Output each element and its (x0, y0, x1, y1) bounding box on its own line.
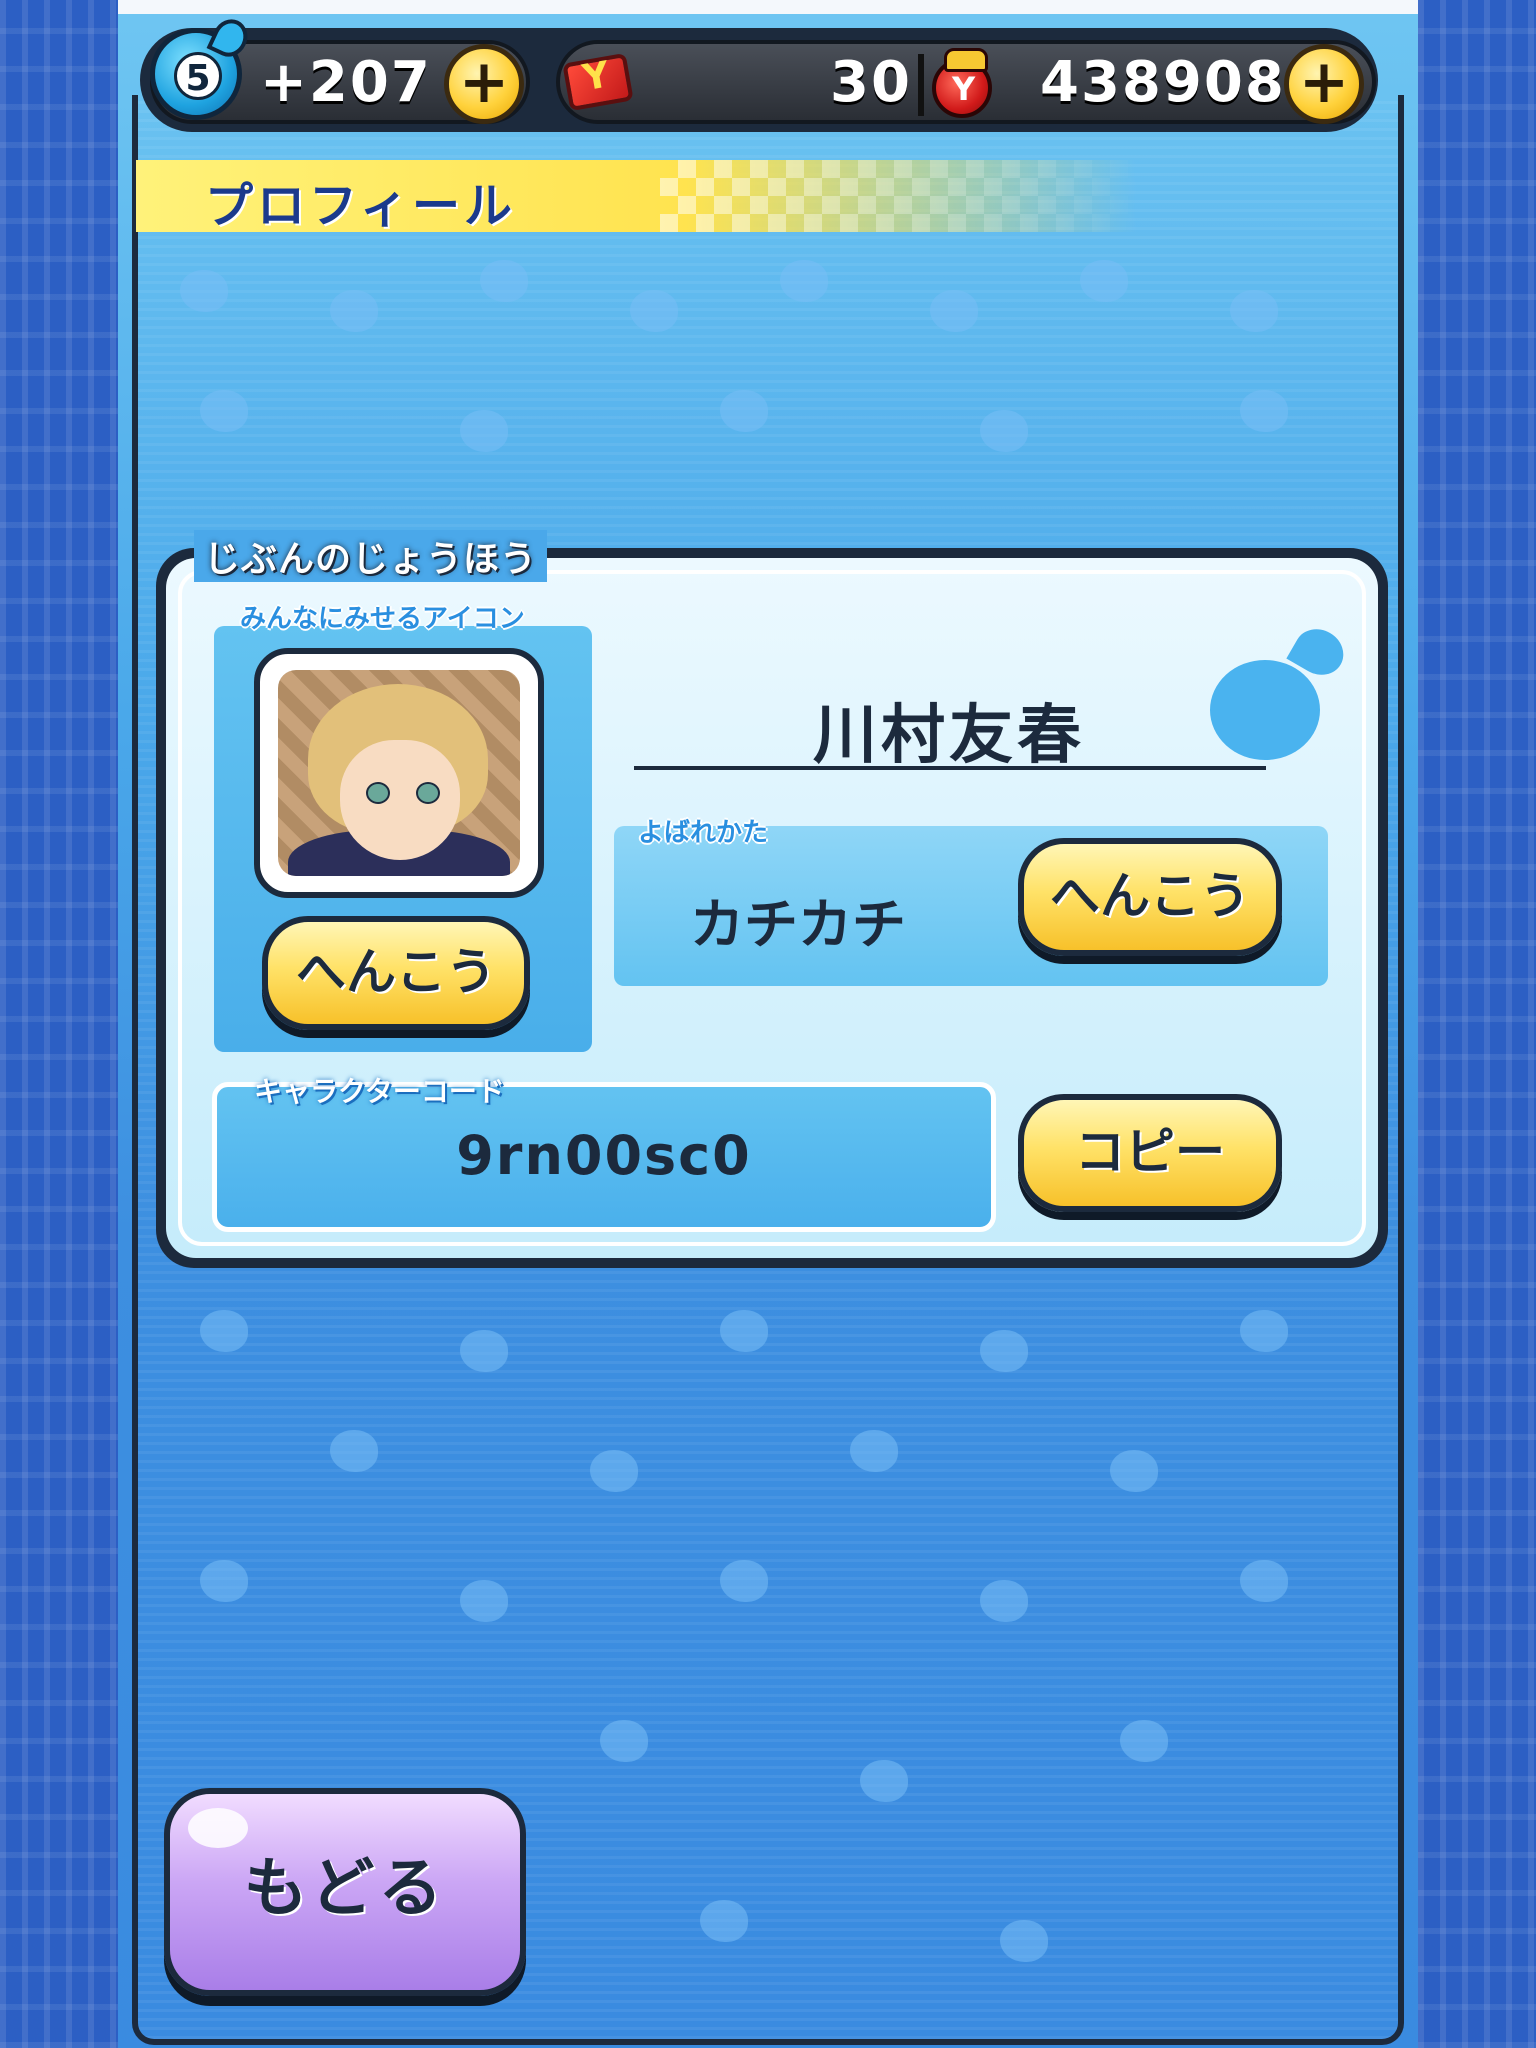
change-nickname-button[interactable]: へんこう (1018, 838, 1282, 956)
nickname-value: カチカチ (690, 893, 906, 956)
ticket-count: 30 (830, 50, 912, 115)
player-name: 川村友春 (813, 699, 1085, 773)
money-value: 438908 (1040, 50, 1286, 115)
stamina-value: +207 (260, 50, 432, 115)
character-code-label: キャラクターコード (254, 1075, 505, 1108)
avatar-eye (366, 782, 390, 804)
add-stamina-button[interactable]: + (444, 44, 524, 124)
hud-divider (918, 54, 924, 116)
character-code-value: 9rn00sc0 (456, 1124, 752, 1187)
avatar-face (340, 740, 460, 860)
left-pattern-border (0, 0, 118, 2048)
level-number: 5 (174, 52, 222, 100)
title-strip-pattern (660, 160, 1140, 232)
change-icon-button[interactable]: へんこう (262, 916, 530, 1030)
back-button[interactable]: もどる (164, 1788, 526, 1996)
money-purse-icon (932, 48, 992, 118)
nickname-label: よばれかた (638, 818, 769, 848)
avatar-eye (416, 782, 440, 804)
profile-section-label: じぶんのじょうほう (194, 530, 548, 582)
add-money-button[interactable]: + (1284, 44, 1364, 124)
right-pattern-border (1418, 0, 1536, 2048)
name-underline (634, 766, 1266, 770)
page-title: プロフィール (205, 178, 517, 234)
top-edge (118, 0, 1418, 14)
spirit-drop-icon (1210, 660, 1320, 760)
copy-code-button[interactable]: コピー (1018, 1094, 1282, 1212)
avatar (278, 670, 520, 876)
icon-section-label: みんなにみせるアイコン (240, 604, 525, 634)
